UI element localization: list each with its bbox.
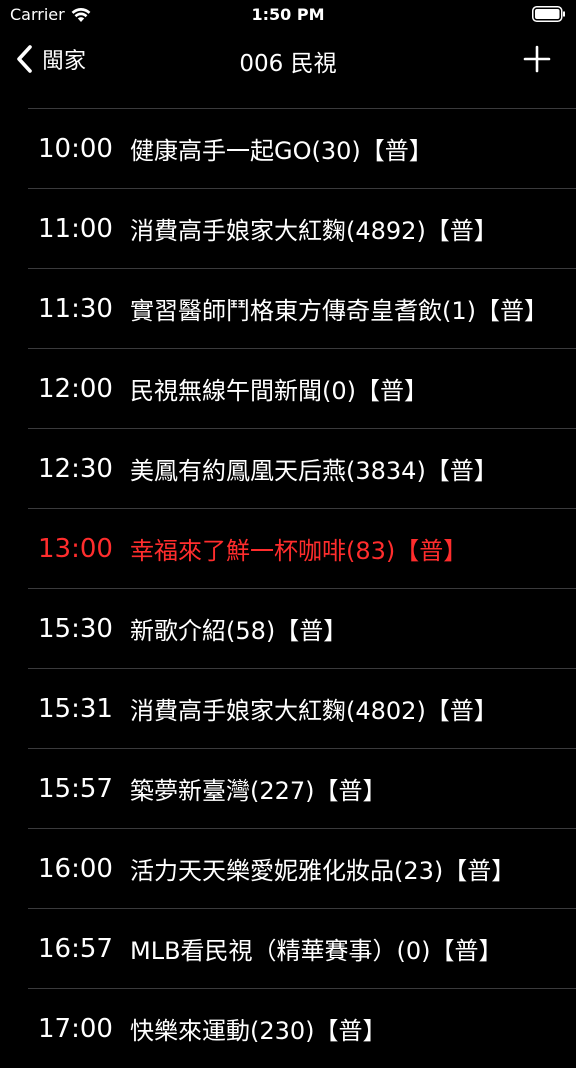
program-row[interactable]: 16:00 活力天天樂愛妮雅化妝品(23)【普】 [28,828,576,908]
program-title: 消費高手娘家大紅麴(4802)【普】 [130,697,498,725]
program-row[interactable]: 15:30 新歌介紹(58)【普】 [28,588,576,668]
program-time: 12:00 [38,373,113,404]
program-list: 10:00 健康高手一起GO(30)【普】 11:00 消費高手娘家大紅麴(48… [0,108,576,1068]
status-time: 1:50 PM [251,5,325,24]
status-bar: Carrier 1:50 PM [0,0,576,30]
plus-icon [523,45,551,73]
program-row[interactable]: 12:30 美鳳有約鳳凰天后燕(3834)【普】 [28,428,576,508]
program-title: 消費高手娘家大紅麴(4892)【普】 [130,217,498,245]
battery-icon [532,6,565,22]
program-title: 新歌介紹(58)【普】 [130,617,348,645]
program-time: 10:00 [38,133,113,164]
program-time: 15:30 [38,613,113,644]
program-title: 活力天天樂愛妮雅化妝品(23)【普】 [130,857,516,885]
program-title: 健康高手一起GO(30)【普】 [130,137,433,165]
program-title: 幸福來了鮮一杯咖啡(83)【普】 [130,537,468,565]
program-title: 實習醫師鬥格東方傳奇皇耆飲(1)【普】 [130,297,548,325]
program-title: 民視無線午間新聞(0)【普】 [130,377,428,405]
program-row[interactable]: 15:57 築夢新臺灣(227)【普】 [28,748,576,828]
program-title: 美鳳有約鳳凰天后燕(3834)【普】 [130,457,498,485]
add-button[interactable] [522,42,552,76]
program-time: 13:00 [38,533,113,564]
program-title: 築夢新臺灣(227)【普】 [130,777,387,805]
program-row[interactable]: 11:00 消費高手娘家大紅麴(4892)【普】 [28,188,576,268]
program-time: 16:00 [38,853,113,884]
program-row[interactable]: 16:57 MLB看民視（精華賽事）(0)【普】 [28,908,576,988]
program-time: 11:30 [38,293,113,324]
program-time: 15:57 [38,773,113,804]
program-row[interactable]: 12:00 民視無線午間新聞(0)【普】 [28,348,576,428]
program-row[interactable]: 11:30 實習醫師鬥格東方傳奇皇耆飲(1)【普】 [28,268,576,348]
program-row[interactable]: 17:00 快樂來運動(230)【普】 [28,988,576,1068]
program-title: 快樂來運動(230)【普】 [130,1017,387,1045]
navigation-bar: 閩家 006 民視 [0,30,576,88]
page-title: 006 民視 [239,51,337,77]
program-time: 11:00 [38,213,113,244]
program-time: 15:31 [38,693,113,724]
program-row-current[interactable]: 13:00 幸福來了鮮一杯咖啡(83)【普】 [28,508,576,588]
program-row[interactable]: 15:31 消費高手娘家大紅麴(4802)【普】 [28,668,576,748]
program-time: 17:00 [38,1013,113,1044]
program-time: 16:57 [38,933,113,964]
program-row[interactable]: 10:00 健康高手一起GO(30)【普】 [28,108,576,188]
program-title: MLB看民視（精華賽事）(0)【普】 [130,937,503,965]
program-time: 12:30 [38,453,113,484]
